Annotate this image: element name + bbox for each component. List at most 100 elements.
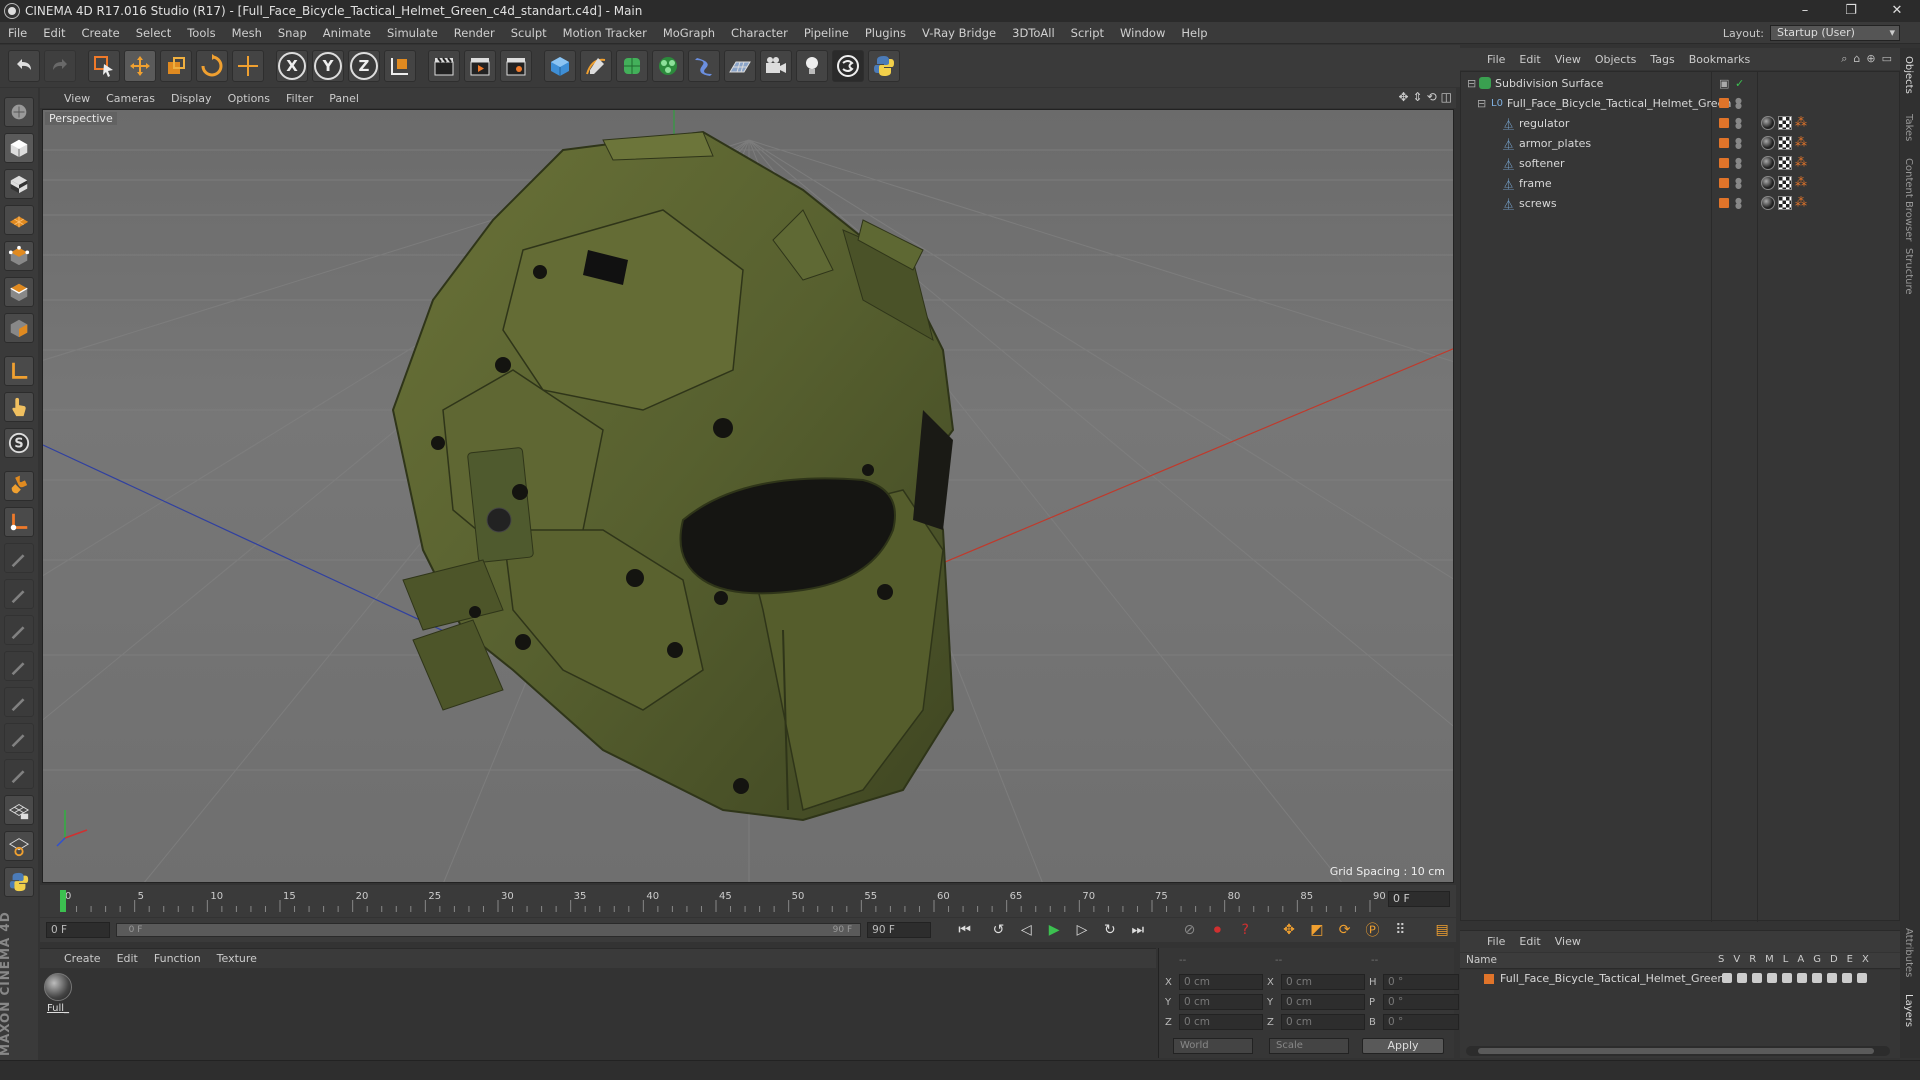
phong-tag-icon[interactable]: ⁂ bbox=[1795, 156, 1809, 170]
floor-environment-button[interactable] bbox=[724, 50, 756, 82]
menu-animate[interactable]: Animate bbox=[315, 22, 379, 44]
menu-mograph[interactable]: MoGraph bbox=[655, 22, 723, 44]
y-axis-lock-button[interactable]: Y bbox=[312, 50, 344, 82]
tree-row-helmet-group[interactable]: ⊟ L0 Full_Face_Bicycle_Tactical_Helmet_G… bbox=[1461, 94, 1899, 113]
animation-toggle-icon[interactable] bbox=[1797, 973, 1807, 983]
sculpt-brush-6-button[interactable] bbox=[4, 723, 34, 753]
layout-select[interactable]: Startup (User) bbox=[1770, 25, 1900, 41]
material-menu-create[interactable]: Create bbox=[56, 952, 109, 965]
menu-create[interactable]: Create bbox=[74, 22, 128, 44]
home-icon[interactable]: ⌂ bbox=[1853, 52, 1860, 66]
objects-menu-bookmarks[interactable]: Bookmarks bbox=[1682, 53, 1757, 66]
visibility-dots-icon[interactable]: ● ● bbox=[1735, 157, 1742, 170]
end-frame-field[interactable]: 90 F bbox=[867, 922, 931, 938]
dolly-view-icon[interactable]: ⇕ bbox=[1413, 90, 1423, 104]
tree-row-screws[interactable]: ⏅ screws ● ● ⁂ bbox=[1461, 194, 1899, 213]
view-toggle-icon[interactable] bbox=[1737, 973, 1747, 983]
workplane-snap-button[interactable] bbox=[4, 831, 34, 861]
rotate-tool-button[interactable] bbox=[196, 50, 228, 82]
generator-toggle-icon[interactable] bbox=[1812, 973, 1822, 983]
tab-content-browser[interactable]: Content Browser bbox=[1903, 158, 1914, 241]
tab-structure[interactable]: Structure bbox=[1903, 248, 1914, 295]
snapping-button[interactable]: S bbox=[4, 428, 34, 458]
viewport-menu-display[interactable]: Display bbox=[163, 92, 220, 105]
record-active-objects-button[interactable]: ⊘ bbox=[1178, 919, 1202, 941]
layer-row[interactable]: Full_Face_Bicycle_Tactical_Helmet_Green bbox=[1460, 970, 1900, 988]
material-menu-function[interactable]: Function bbox=[146, 952, 209, 965]
undo-button[interactable] bbox=[8, 50, 40, 82]
z-axis-lock-button[interactable]: Z bbox=[348, 50, 380, 82]
menu-sculpt[interactable]: Sculpt bbox=[503, 22, 555, 44]
layer-color-swatch[interactable] bbox=[1719, 118, 1729, 128]
tab-attributes[interactable]: Attributes bbox=[1903, 928, 1914, 977]
objects-menu-objects[interactable]: Objects bbox=[1588, 53, 1644, 66]
tab-objects[interactable]: Objects bbox=[1903, 56, 1914, 94]
xref-toggle-icon[interactable] bbox=[1857, 973, 1867, 983]
pan-view-icon[interactable]: ✥ bbox=[1398, 90, 1408, 104]
search-icon[interactable]: ⌕ bbox=[1841, 52, 1847, 66]
coordinate-space-select[interactable]: World bbox=[1173, 1038, 1253, 1054]
objects-menu-view[interactable]: View bbox=[1548, 53, 1588, 66]
previous-key-button[interactable]: ↺ bbox=[987, 919, 1011, 941]
material-tag-icon[interactable] bbox=[1761, 136, 1775, 150]
menu-3dtoall[interactable]: 3DToAll bbox=[1004, 22, 1063, 44]
subdivision-surface-button[interactable] bbox=[616, 50, 648, 82]
python-console-button[interactable] bbox=[4, 867, 34, 897]
layer-color-swatch[interactable] bbox=[1719, 98, 1729, 108]
layer-horizontal-scrollbar[interactable] bbox=[1466, 1046, 1890, 1056]
playhead[interactable] bbox=[60, 890, 66, 912]
rotation-h-field[interactable]: 0 ° bbox=[1383, 974, 1459, 990]
tab-takes[interactable]: Takes bbox=[1903, 114, 1914, 141]
visibility-dots-icon[interactable]: ● ● bbox=[1735, 117, 1742, 130]
lock-toggle-icon[interactable] bbox=[1782, 973, 1792, 983]
phong-tag-icon[interactable]: ⁂ bbox=[1795, 196, 1809, 210]
phong-tag-icon[interactable]: ⁂ bbox=[1795, 136, 1809, 150]
size-y-field[interactable]: 0 cm bbox=[1281, 994, 1365, 1010]
menu-vray-bridge[interactable]: V-Ray Bridge bbox=[914, 22, 1004, 44]
tab-layers[interactable]: Layers bbox=[1903, 994, 1914, 1027]
viewport-menu-view[interactable]: View bbox=[56, 92, 98, 105]
size-z-field[interactable]: 0 cm bbox=[1281, 1014, 1365, 1030]
solo-toggle-icon[interactable] bbox=[1722, 973, 1732, 983]
expression-toggle-icon[interactable] bbox=[1842, 973, 1852, 983]
edges-mode-button[interactable] bbox=[4, 277, 34, 307]
material-swatch[interactable]: Full_ bbox=[42, 971, 74, 1014]
deformer-toggle-icon[interactable] bbox=[1827, 973, 1837, 983]
menu-script[interactable]: Script bbox=[1063, 22, 1112, 44]
close-button[interactable]: ✕ bbox=[1874, 0, 1920, 22]
preview-range-slider[interactable]: 0 F 90 F bbox=[115, 923, 862, 937]
start-frame-field[interactable]: 0 F bbox=[46, 922, 110, 938]
key-rotation-button[interactable]: ⟳ bbox=[1333, 919, 1357, 941]
rotation-b-field[interactable]: 0 ° bbox=[1383, 1014, 1459, 1030]
uvw-tag-icon[interactable] bbox=[1778, 156, 1792, 170]
position-y-field[interactable]: 0 cm bbox=[1179, 994, 1263, 1010]
texture-mode-button[interactable] bbox=[4, 169, 34, 199]
viewport-menu-cameras[interactable]: Cameras bbox=[98, 92, 163, 105]
rotation-p-field[interactable]: 0 ° bbox=[1383, 994, 1459, 1010]
model-mode-button[interactable] bbox=[4, 133, 34, 163]
helmet-model[interactable] bbox=[391, 130, 955, 822]
polygons-mode-button[interactable] bbox=[4, 313, 34, 343]
render-settings-button[interactable] bbox=[500, 50, 532, 82]
spline-pen-button[interactable] bbox=[580, 50, 612, 82]
make-editable-button[interactable] bbox=[4, 97, 34, 127]
dock-icon[interactable]: ▭ bbox=[1882, 52, 1892, 66]
collapse-toggle-icon[interactable]: ⊟ bbox=[1477, 97, 1486, 110]
redo-button[interactable] bbox=[44, 50, 76, 82]
move-tool-button[interactable] bbox=[124, 50, 156, 82]
phong-tag-icon[interactable]: ⁂ bbox=[1795, 176, 1809, 190]
pivot-tool-button[interactable] bbox=[4, 507, 34, 537]
autokeying-button[interactable]: ⏺ bbox=[1205, 919, 1229, 941]
material-tag-icon[interactable] bbox=[1761, 156, 1775, 170]
menu-select[interactable]: Select bbox=[128, 22, 179, 44]
material-menu-edit[interactable]: Edit bbox=[109, 952, 146, 965]
restore-button[interactable]: ❐ bbox=[1828, 0, 1874, 22]
subdivision-edit-toggle-icon[interactable]: ▣ bbox=[1719, 77, 1729, 90]
play-button[interactable]: ▶ bbox=[1042, 919, 1066, 941]
minimize-button[interactable]: – bbox=[1782, 0, 1828, 22]
size-x-field[interactable]: 0 cm bbox=[1281, 974, 1365, 990]
workplane-mode-button[interactable] bbox=[4, 205, 34, 235]
menu-pipeline[interactable]: Pipeline bbox=[796, 22, 857, 44]
menu-plugins[interactable]: Plugins bbox=[857, 22, 914, 44]
visibility-dots-icon[interactable]: ● ● bbox=[1735, 197, 1742, 210]
